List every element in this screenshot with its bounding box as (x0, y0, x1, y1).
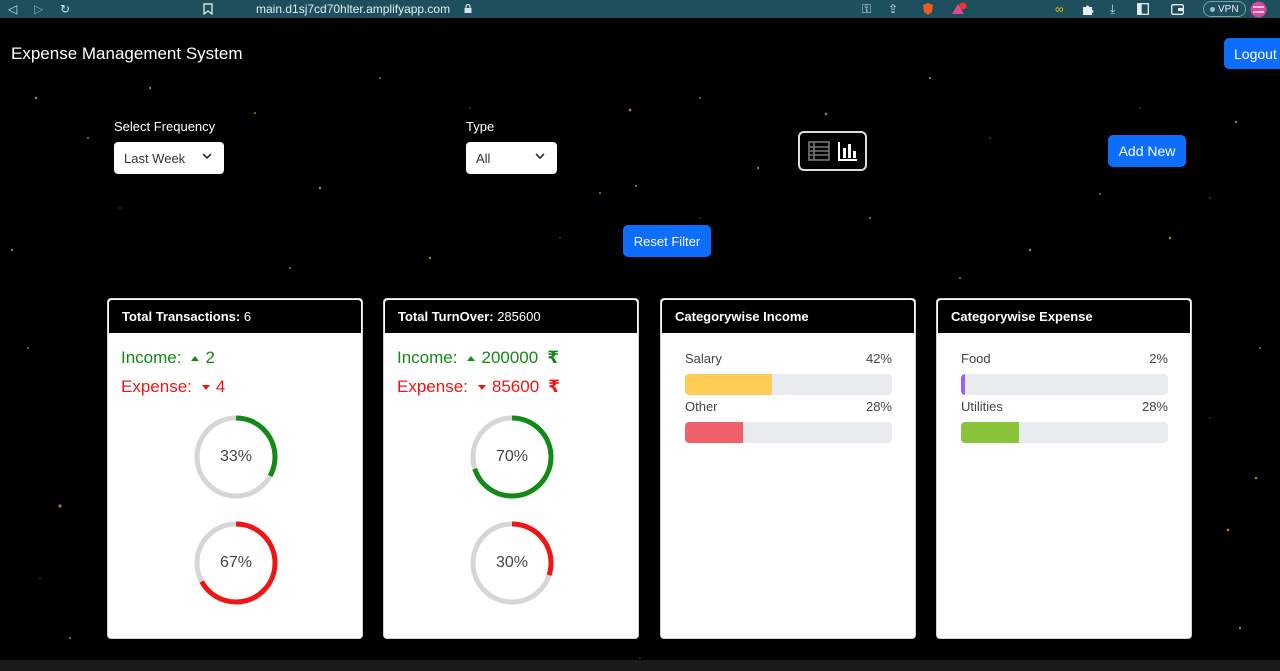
progress-track (685, 374, 892, 395)
share-icon[interactable]: ⇪ (888, 0, 898, 18)
list-view-icon[interactable] (808, 140, 830, 162)
category-name: Other (685, 399, 718, 414)
extension-loop-icon[interactable]: ∞ (1055, 0, 1064, 18)
category-percent: 28% (865, 399, 892, 414)
page-title: Expense Management System (11, 44, 243, 63)
caret-down-icon (201, 384, 210, 390)
category-income-header: Categorywise Income (661, 299, 915, 334)
expense-value: 4 (215, 377, 226, 396)
transactions-count: 6 (243, 309, 252, 324)
income-amount-value: 200000 (481, 348, 539, 367)
browser-toolbar: ◁ ▷ ↻ main.d1sj7cd70hlter.amplifyapp.com… (0, 0, 1280, 18)
progress-track (685, 422, 892, 443)
income-amount-ring: 70% (469, 414, 555, 500)
puzzle-icon[interactable] (1082, 0, 1095, 18)
type-select-value: All (476, 150, 491, 166)
page: ◁ ▷ ↻ main.d1sj7cd70hlter.amplifyapp.com… (0, 0, 1280, 671)
key-icon[interactable]: ⚿ (862, 0, 871, 18)
income-label: Income: (397, 348, 458, 367)
category-expense-card: Categorywise Expense Food 2% Utilities 2… (936, 298, 1192, 639)
expense-count: Expense: 4 (121, 377, 225, 397)
chevron-down-icon (202, 153, 212, 160)
progress-track (961, 374, 1168, 395)
expense-amount-value: 85600 (491, 377, 540, 396)
expense-amount-ring: 30% (469, 520, 555, 606)
rupee-icon: ₹ (548, 377, 561, 396)
category-percent: 42% (865, 351, 892, 366)
progress-fill (961, 374, 966, 395)
caret-up-icon (191, 355, 200, 361)
url-text: main.d1sj7cd70hlter.amplifyapp.com (256, 2, 451, 16)
category-percent: 2% (1149, 351, 1168, 366)
brave-shield-icon[interactable] (921, 0, 935, 18)
vpn-button[interactable]: VPN (1203, 1, 1246, 17)
reload-icon[interactable]: ↻ (60, 0, 70, 18)
download-icon[interactable]: ⤓ (1110, 0, 1115, 18)
lock-icon (464, 4, 472, 13)
back-icon[interactable]: ◁ (8, 0, 17, 18)
logout-button[interactable]: Logout (1224, 38, 1280, 69)
income-amount: Income: 200000 ₹ (397, 348, 559, 368)
caret-up-icon (467, 355, 476, 361)
expense-amount: Expense: 85600 ₹ (397, 377, 560, 397)
category-name: Food (961, 351, 991, 366)
category-name: Utilities (961, 399, 1003, 414)
expense-label: Expense: (397, 377, 468, 396)
taskbar-strip (0, 660, 1280, 671)
rewards-icon[interactable] (950, 0, 968, 18)
reset-filter-button[interactable]: Reset Filter (623, 225, 711, 257)
income-label: Income: (121, 348, 182, 367)
wallet-icon[interactable] (1171, 0, 1184, 18)
chart-view-icon[interactable] (837, 140, 859, 162)
type-label: Type (466, 119, 495, 134)
expense-label: Expense: (121, 377, 192, 396)
progress-track (961, 422, 1168, 443)
progress-fill (961, 422, 1019, 443)
income-count-ring: 33% (193, 414, 279, 500)
category-percent: 28% (1141, 399, 1168, 414)
category-expense-title: Categorywise Expense (951, 309, 1093, 324)
transactions-card: Total Transactions: 6 Income: 2 Expense:… (107, 298, 363, 639)
frequency-select[interactable]: Last Week (114, 142, 224, 174)
transactions-card-header: Total Transactions: 6 (108, 299, 362, 334)
forward-icon[interactable]: ▷ (34, 0, 43, 18)
progress-fill (685, 422, 743, 443)
caret-down-icon (477, 384, 486, 390)
vpn-label: VPN (1218, 3, 1239, 15)
category-expense-header: Categorywise Expense (937, 299, 1191, 334)
frequency-select-value: Last Week (124, 150, 186, 166)
income-count-percent: 33% (219, 448, 253, 465)
add-new-button[interactable]: Add New (1108, 135, 1186, 167)
bookmark-icon[interactable] (203, 0, 213, 18)
turnover-card: Total TurnOver: 285600 Income: 200000 ₹ … (383, 298, 639, 639)
income-amount-percent: 70% (495, 448, 529, 465)
turnover-title: Total TurnOver: (398, 309, 494, 324)
expense-count-ring: 67% (193, 520, 279, 606)
expense-count-percent: 67% (219, 554, 253, 571)
profile-avatar-icon[interactable] (1250, 0, 1267, 18)
expense-amount-percent: 30% (495, 554, 529, 571)
sidebar-icon[interactable] (1137, 0, 1149, 18)
vpn-status-dot (1210, 6, 1215, 12)
income-value: 2 (205, 348, 215, 367)
turnover-total: 285600 (497, 309, 541, 324)
income-count: Income: 2 (121, 348, 215, 368)
progress-fill (685, 374, 772, 395)
category-income-card: Categorywise Income Salary 42% Other 28% (660, 298, 916, 639)
type-select[interactable]: All (466, 142, 557, 174)
frequency-label: Select Frequency (114, 119, 216, 134)
transactions-title: Total Transactions: (122, 309, 241, 324)
view-toggle (798, 131, 867, 171)
chevron-down-icon (535, 153, 545, 160)
category-income-title: Categorywise Income (675, 309, 809, 324)
turnover-card-header: Total TurnOver: 285600 (384, 299, 638, 334)
rupee-icon: ₹ (547, 348, 560, 367)
category-name: Salary (685, 351, 722, 366)
